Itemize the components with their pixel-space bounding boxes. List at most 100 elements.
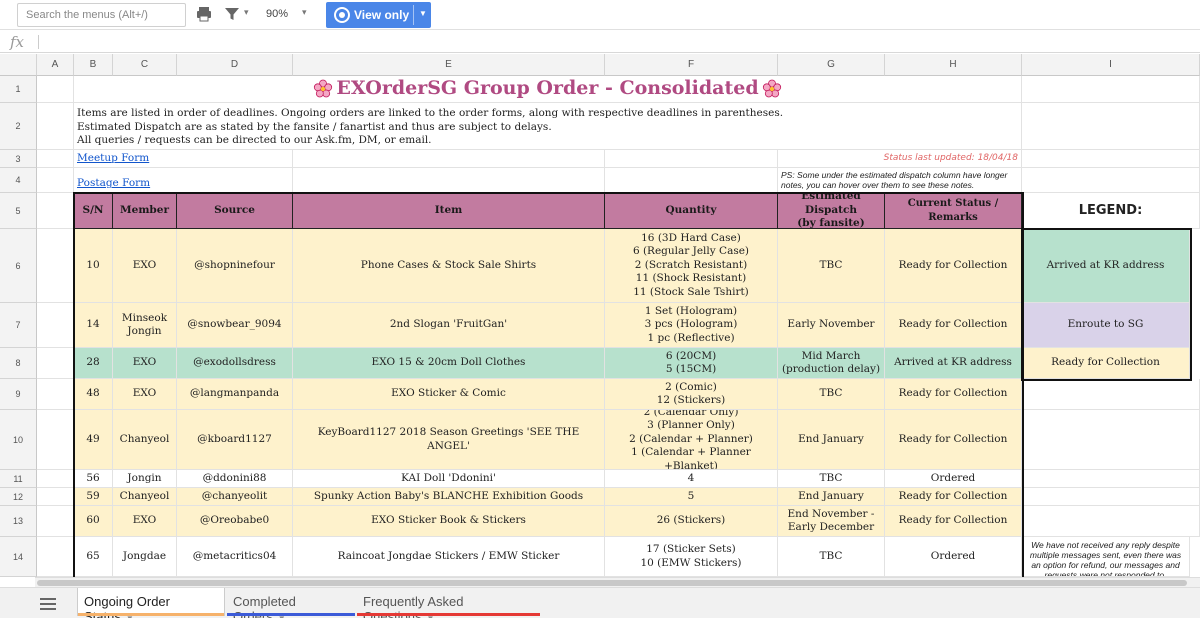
order-status[interactable]: Ready for Collection	[885, 410, 1022, 470]
order-member[interactable]: Chanyeol	[113, 488, 177, 506]
column-header-f[interactable]: F	[605, 54, 778, 76]
order-item[interactable]: 2nd Slogan 'FruitGan'	[293, 303, 605, 348]
postage-form-link[interactable]: Postage Form	[74, 168, 293, 193]
cell-e4[interactable]	[293, 168, 605, 193]
order-member[interactable]: EXO	[113, 506, 177, 537]
order-quantity[interactable]: 17 (Sticker Sets) 10 (EMW Stickers)	[605, 537, 778, 577]
column-header-g[interactable]: G	[778, 54, 885, 76]
order-dispatch[interactable]: TBC	[778, 470, 885, 488]
header-dispatch[interactable]: Estimated Dispatch (by fansite)	[778, 193, 885, 229]
cell-a11[interactable]	[37, 470, 74, 488]
column-header-i[interactable]: I	[1022, 54, 1200, 76]
order-quantity[interactable]: 5	[605, 488, 778, 506]
cell-f4[interactable]	[605, 168, 778, 193]
header-status[interactable]: Current Status / Remarks	[885, 193, 1022, 229]
cell-i11[interactable]	[1022, 470, 1200, 488]
order-member[interactable]: EXO	[113, 229, 177, 303]
order-source[interactable]: @chanyeolit	[177, 488, 293, 506]
cell-a9[interactable]	[37, 379, 74, 410]
column-header-b[interactable]: B	[74, 54, 113, 76]
meetup-form-link[interactable]: Meetup Form	[74, 150, 293, 168]
legend-enroute[interactable]: Enroute to SG	[1022, 303, 1190, 348]
order-item[interactable]: EXO 15 & 20cm Doll Clothes	[293, 348, 605, 379]
order-sn[interactable]: 48	[74, 379, 113, 410]
title-cell[interactable]: EXOrderSG Group Order - Consolidated	[74, 76, 1022, 103]
header-source[interactable]: Source	[177, 193, 293, 229]
column-header-h[interactable]: H	[885, 54, 1022, 76]
order-dispatch[interactable]: End January	[778, 488, 885, 506]
cell-a13[interactable]	[37, 506, 74, 537]
order-sn[interactable]: 28	[74, 348, 113, 379]
order-dispatch[interactable]: TBC	[778, 229, 885, 303]
column-header-e[interactable]: E	[293, 54, 605, 76]
cell-a14[interactable]	[37, 537, 74, 577]
order-quantity[interactable]: 16 (3D Hard Case) 6 (Regular Jelly Case) 2…	[605, 229, 778, 303]
order-member[interactable]: EXO	[113, 379, 177, 410]
order-quantity[interactable]: 2 (Calendar Only) 3 (Planner Only) 2 (Cale…	[605, 410, 778, 470]
cell-i12[interactable]	[1022, 488, 1200, 506]
cell-i10[interactable]	[1022, 410, 1200, 470]
row-header-10[interactable]: 10	[0, 410, 37, 470]
order-sn[interactable]: 49	[74, 410, 113, 470]
select-all-corner[interactable]	[0, 54, 37, 76]
order-status[interactable]: Ready for Collection	[885, 229, 1022, 303]
order-dispatch[interactable]: Mid March (production delay)	[778, 348, 885, 379]
zoom-caret-icon[interactable]: ▾	[302, 7, 307, 18]
legend-ready[interactable]: Ready for Collection	[1022, 348, 1190, 379]
order-source[interactable]: @shopninefour	[177, 229, 293, 303]
row-header-11[interactable]: 11	[0, 470, 37, 488]
order-status[interactable]: Ready for Collection	[885, 506, 1022, 537]
filter-icon[interactable]	[222, 5, 242, 25]
order-sn[interactable]: 65	[74, 537, 113, 577]
order-item[interactable]: EXO Sticker & Comic	[293, 379, 605, 410]
cell-e3[interactable]	[293, 150, 605, 168]
order-status[interactable]: Ready for Collection	[885, 379, 1022, 410]
cell-a7[interactable]	[37, 303, 74, 348]
order-member[interactable]: EXO	[113, 348, 177, 379]
cell-i2[interactable]	[1022, 103, 1200, 150]
view-only-button[interactable]: View only ▼	[326, 2, 431, 28]
search-menus-input[interactable]: Search the menus (Alt+/)	[17, 3, 186, 27]
row-header-3[interactable]: 3	[0, 150, 37, 168]
cell-a6[interactable]	[37, 229, 74, 303]
order-dispatch[interactable]: Early November	[778, 303, 885, 348]
row-header-9[interactable]: 9	[0, 379, 37, 410]
row-header-7[interactable]: 7	[0, 303, 37, 348]
order-item[interactable]: Phone Cases & Stock Sale Shirts	[293, 229, 605, 303]
order-sn[interactable]: 56	[74, 470, 113, 488]
order-member[interactable]: Jongdae	[113, 537, 177, 577]
order-status[interactable]: Ordered	[885, 470, 1022, 488]
cell-i3[interactable]	[1022, 150, 1200, 168]
cell-a8[interactable]	[37, 348, 74, 379]
view-mode-caret-icon[interactable]: ▼	[419, 9, 427, 18]
order-quantity[interactable]: 1 Set (Hologram) 3 pcs (Hologram) 1 pc (Re…	[605, 303, 778, 348]
order-dispatch[interactable]: End January	[778, 410, 885, 470]
intro-note[interactable]: Items are listed in order of deadlines. …	[74, 103, 1022, 150]
row-header-2[interactable]: 2	[0, 103, 37, 150]
row-header-5[interactable]: 5	[0, 193, 37, 229]
cell-f3[interactable]	[605, 150, 778, 168]
cell-a1[interactable]	[37, 76, 74, 103]
legend-title-cell[interactable]: LEGEND:	[1022, 193, 1200, 229]
order-source[interactable]: @exodollsdress	[177, 348, 293, 379]
cell-a10[interactable]	[37, 410, 74, 470]
order-dispatch[interactable]: TBC	[778, 379, 885, 410]
row-header-8[interactable]: 8	[0, 348, 37, 379]
order-item[interactable]: Raincoat Jongdae Stickers / EMW Sticker	[293, 537, 605, 577]
tab-faq[interactable]: Frequently Asked Questions▼	[357, 588, 540, 618]
header-quantity[interactable]: Quantity	[605, 193, 778, 229]
order-sn[interactable]: 10	[74, 229, 113, 303]
all-sheets-menu-icon[interactable]	[40, 598, 56, 610]
order-sn[interactable]: 14	[74, 303, 113, 348]
order-item[interactable]: EXO Sticker Book & Stickers	[293, 506, 605, 537]
row-header-1[interactable]: 1	[0, 76, 37, 103]
zoom-level[interactable]: 90%	[266, 8, 288, 20]
order-source[interactable]: @Oreobabe0	[177, 506, 293, 537]
row-header-14[interactable]: 14	[0, 537, 37, 577]
order-dispatch[interactable]: End November - Early December	[778, 506, 885, 537]
header-sn[interactable]: S/N	[74, 193, 113, 229]
header-member[interactable]: Member	[113, 193, 177, 229]
cell-i13[interactable]	[1022, 506, 1200, 537]
order-status[interactable]: Ready for Collection	[885, 488, 1022, 506]
order-item[interactable]: Spunky Action Baby's BLANCHE Exhibition …	[293, 488, 605, 506]
